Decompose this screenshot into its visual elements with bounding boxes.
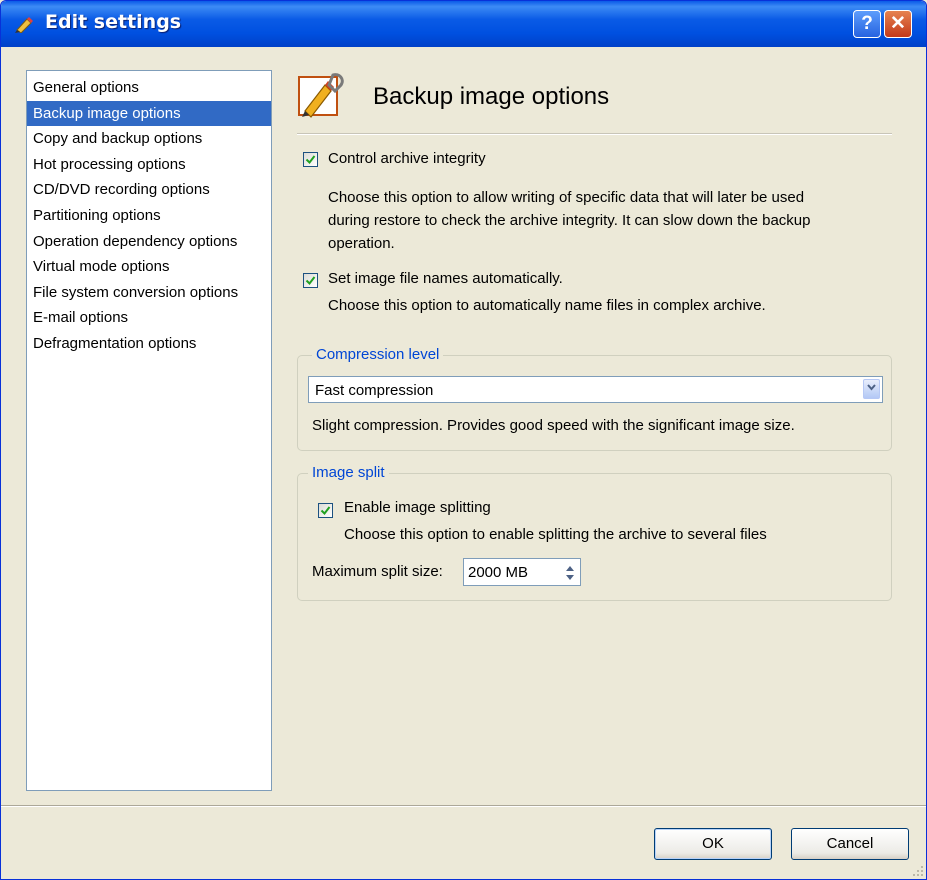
sidebar-item-file-system-conversion-options[interactable]: File system conversion options — [27, 280, 271, 306]
help-button[interactable]: ? — [853, 10, 881, 38]
settings-panel: Backup image options Control archive int… — [297, 63, 892, 803]
header-divider — [297, 133, 892, 135]
spinner-arrows[interactable] — [562, 561, 578, 585]
auto-names-description: Choose this option to automatically name… — [328, 297, 766, 314]
max-split-size-spinner[interactable]: 2000 MB — [463, 558, 581, 586]
enable-splitting-description: Choose this option to enable splitting t… — [344, 526, 767, 543]
ok-button[interactable]: OK — [654, 828, 772, 860]
auto-names-checkbox[interactable] — [303, 273, 318, 288]
title-bar[interactable]: Edit settings ? ✕ — [1, 1, 926, 47]
image-split-group-title: Image split — [308, 464, 389, 481]
enable-splitting-label[interactable]: Enable image splitting — [344, 499, 491, 516]
chevron-down-icon — [867, 384, 876, 391]
settings-pencil-icon — [15, 17, 33, 33]
description-line: during restore to check the archive inte… — [328, 212, 811, 229]
sidebar-item-copy-and-backup-options[interactable]: Copy and backup options — [27, 126, 271, 152]
edit-settings-dialog: Edit settings ? ✕ General options Backup… — [0, 0, 927, 880]
checkmark-icon — [320, 506, 331, 516]
image-split-group: Image split Enable image splitting Choos… — [297, 464, 892, 601]
window-title: Edit settings — [45, 11, 182, 33]
settings-tools-icon — [298, 73, 344, 118]
sidebar-item-general-options[interactable]: General options — [27, 75, 271, 101]
checkmark-icon — [305, 155, 316, 165]
sidebar-item-operation-dependency-options[interactable]: Operation dependency options — [27, 229, 271, 255]
sidebar-item-virtual-mode-options[interactable]: Virtual mode options — [27, 254, 271, 280]
footer-divider — [1, 805, 926, 807]
compression-level-description: Slight compression. Provides good speed … — [312, 417, 795, 434]
sidebar-item-cd-dvd-recording-options[interactable]: CD/DVD recording options — [27, 177, 271, 203]
control-integrity-checkbox[interactable] — [303, 152, 318, 167]
page-title: Backup image options — [373, 83, 610, 110]
compression-level-value: Fast compression — [315, 382, 434, 399]
cancel-button[interactable]: Cancel — [791, 828, 909, 860]
sidebar-item-backup-image-options[interactable]: Backup image options — [27, 100, 271, 127]
dropdown-arrow-button[interactable] — [863, 379, 880, 399]
control-integrity-description: Choose this option to allow writing of s… — [328, 186, 898, 255]
sidebar-item-defragmentation-options[interactable]: Defragmentation options — [27, 331, 271, 357]
description-line: operation. — [328, 235, 395, 252]
max-split-size-value[interactable]: 2000 MB — [468, 564, 528, 581]
auto-names-label[interactable]: Set image file names automatically. — [328, 270, 563, 287]
checkmark-icon — [305, 276, 316, 286]
sidebar-item-partitioning-options[interactable]: Partitioning options — [27, 203, 271, 229]
up-down-arrows-icon[interactable] — [562, 561, 578, 585]
control-integrity-label[interactable]: Control archive integrity — [328, 150, 486, 167]
close-button[interactable]: ✕ — [884, 10, 912, 38]
description-line: Choose this option to allow writing of s… — [328, 189, 805, 206]
resize-grip-icon[interactable] — [912, 865, 924, 877]
compression-level-group-title: Compression level — [312, 346, 444, 363]
compression-level-group: Compression level Fast compression Sligh… — [297, 346, 892, 451]
sidebar-item-email-options[interactable]: E-mail options — [27, 305, 271, 331]
enable-splitting-checkbox[interactable] — [318, 503, 333, 518]
sidebar-item-hot-processing-options[interactable]: Hot processing options — [27, 152, 271, 178]
compression-level-dropdown[interactable]: Fast compression — [308, 376, 883, 403]
options-category-list[interactable]: General options Backup image options Cop… — [26, 70, 272, 791]
max-split-size-label: Maximum split size: — [312, 563, 443, 580]
